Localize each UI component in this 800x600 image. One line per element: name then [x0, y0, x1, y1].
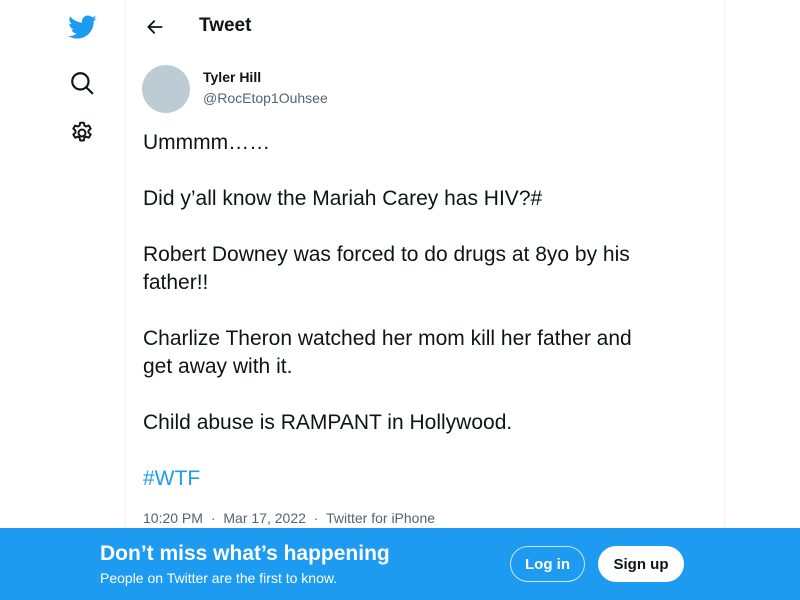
gear-icon	[72, 121, 92, 142]
tweet-line: Child abuse is RAMPANT in Hollywood.	[143, 411, 513, 434]
tweet-author: Tyler Hill @RocEtop1Ouhsee	[142, 64, 702, 114]
meta-separator: ·	[210, 510, 216, 526]
settings-button[interactable]	[56, 107, 108, 159]
tweet-line: father!!	[143, 271, 209, 294]
tweet-column: Tweet Tyler Hill @RocEtop1Ouhsee Ummmm………	[125, 0, 725, 600]
twitter-logo-icon[interactable]	[56, 1, 108, 53]
search-icon	[71, 72, 94, 95]
left-nav	[56, 0, 108, 600]
page-title: Tweet	[199, 15, 252, 36]
twitter-bird-icon	[68, 15, 97, 39]
banner-subtitle: People on Twitter are the first to know.	[100, 570, 338, 586]
tweet-text: Ummmm…… Did y’all know the Mariah Carey …	[143, 129, 703, 493]
signup-button[interactable]: Sign up	[598, 546, 684, 582]
tweet-line: Robert Downey was forced to do drugs at …	[143, 243, 630, 266]
tweet-line: Charlize Theron watched her mom kill her…	[143, 327, 632, 350]
page-header: Tweet	[126, 0, 724, 53]
tweet-line: Ummmm……	[143, 131, 271, 154]
avatar[interactable]	[142, 65, 190, 113]
tweet-meta: 10:20 PM · Mar 17, 2022 · Twitter for iP…	[143, 510, 435, 526]
author-handle[interactable]: @RocEtop1Ouhsee	[203, 90, 328, 106]
login-button[interactable]: Log in	[510, 546, 585, 582]
tweet-date[interactable]: Mar 17, 2022	[223, 510, 306, 526]
explore-button[interactable]	[56, 57, 108, 109]
tweet-source: Twitter for iPhone	[326, 510, 436, 526]
banner-title: Don’t miss what’s happening	[100, 542, 390, 565]
hashtag-link[interactable]: #WTF	[143, 465, 703, 493]
tweet-line: get away with it.	[143, 355, 293, 378]
signup-banner: Don’t miss what’s happening People on Tw…	[0, 528, 800, 600]
author-name[interactable]: Tyler Hill	[203, 69, 261, 85]
tweet-line: Did y’all know the Mariah Carey has HIV?…	[143, 187, 543, 210]
meta-separator: ·	[313, 510, 319, 526]
tweet-time[interactable]: 10:20 PM	[143, 510, 203, 526]
back-button[interactable]	[138, 10, 172, 44]
arrow-left-icon	[147, 20, 163, 34]
